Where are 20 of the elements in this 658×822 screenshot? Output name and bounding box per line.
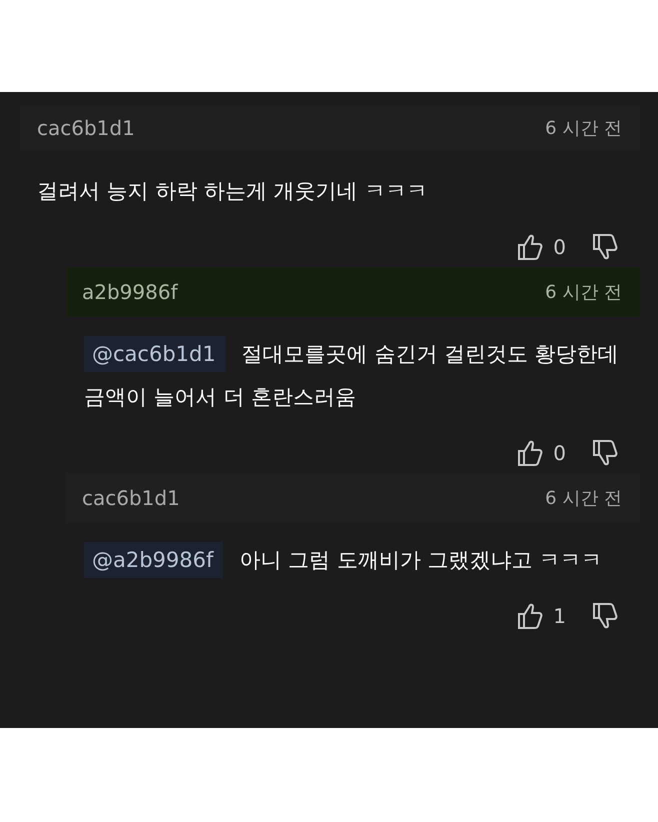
- comment-time: 6 시간 전: [545, 487, 622, 510]
- comment-author[interactable]: cac6b1d1: [37, 116, 135, 140]
- comment-text: @cac6b1d1 절대모를곳에 숨긴거 걸린것도 황당한데 금액이 늘어서 더 혼란스러움: [66, 317, 640, 419]
- thumbs-down-icon[interactable]: [592, 439, 618, 467]
- comment-text: 걸려서 능지 하락 하는게 개웃기네 ㅋㅋㅋ: [36, 178, 428, 205]
- comment-time: 6 시간 전: [545, 117, 622, 140]
- comment-author[interactable]: cac6b1d1: [82, 486, 180, 510]
- like-count: 1: [553, 604, 566, 628]
- comment-text: @a2b9986f 아니 그럼 도깨비가 그랬겠냐고 ㅋㅋㅋ: [66, 523, 640, 582]
- thumbs-down-icon[interactable]: [592, 233, 618, 261]
- thumbs-down-icon[interactable]: [592, 602, 618, 630]
- thumbs-up-icon[interactable]: [517, 233, 544, 261]
- comment-time: 6 시간 전: [545, 281, 622, 304]
- thumbs-up-icon[interactable]: [517, 439, 544, 467]
- comment-author[interactable]: a2b9986f: [82, 280, 178, 304]
- like-count: 0: [553, 235, 566, 259]
- mention-link[interactable]: @a2b9986f: [84, 542, 224, 578]
- like-count: 0: [553, 441, 566, 465]
- thumbs-up-icon[interactable]: [517, 602, 544, 630]
- mention-link[interactable]: @cac6b1d1: [84, 336, 226, 372]
